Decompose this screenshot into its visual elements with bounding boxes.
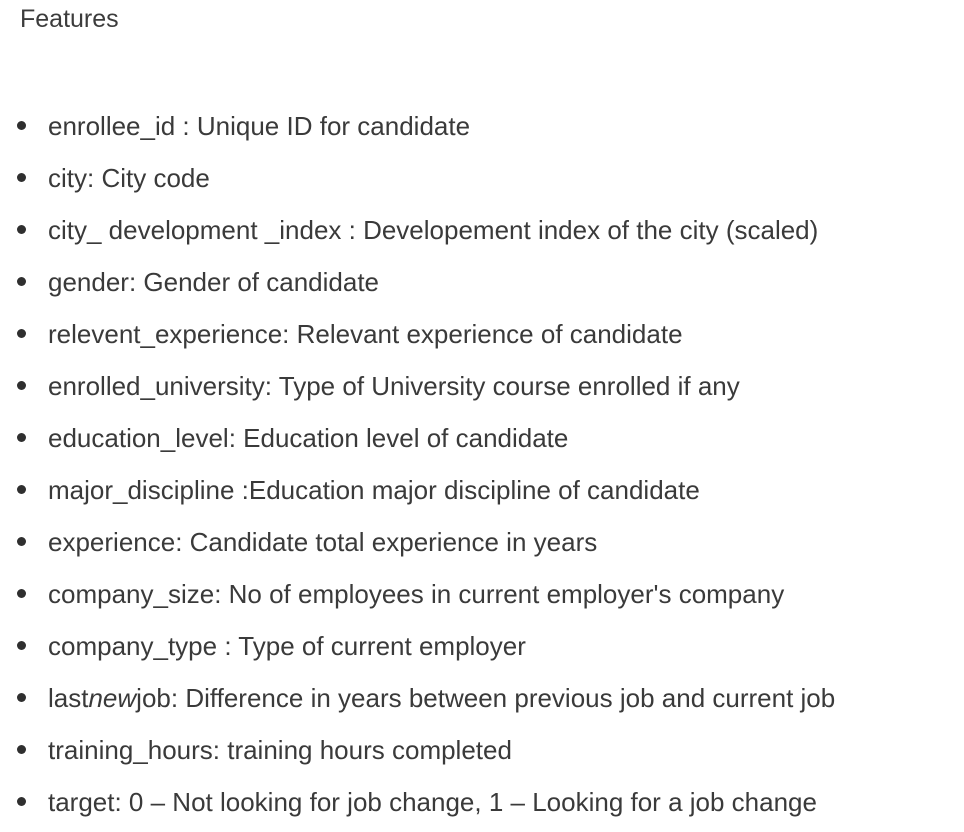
list-item-text-pre: last — [48, 683, 89, 713]
list-item-text: gender: Gender of candidate — [48, 267, 380, 297]
list-item: major_discipline :Education major discip… — [0, 464, 835, 516]
bullet-icon — [17, 277, 26, 286]
bullet-icon — [17, 173, 26, 182]
list-item: company_size: No of employees in current… — [0, 568, 835, 620]
list-item-text: education_level: Education level of cand… — [48, 423, 569, 453]
list-item-text: company_type : Type of current employer — [48, 631, 526, 661]
list-item-text: enrolled_university: Type of University … — [48, 371, 740, 401]
list-item-text: city: City code — [48, 163, 210, 193]
bullet-icon — [17, 693, 26, 702]
list-item-text-post: job: Difference in years between previou… — [136, 683, 836, 713]
bullet-icon — [17, 641, 26, 650]
list-item-text: city_ development _index : Developement … — [48, 215, 819, 245]
list-item: lastnewjob: Difference in years between … — [0, 672, 835, 724]
bullet-icon — [17, 121, 26, 130]
list-item: city: City code — [0, 152, 835, 204]
list-item: enrollee_id : Unique ID for candidate — [0, 100, 835, 152]
feature-list: enrollee_id : Unique ID for candidate ci… — [0, 100, 835, 828]
bullet-icon — [17, 485, 26, 494]
list-item-text: company_size: No of employees in current… — [48, 579, 785, 609]
list-item-text-emphasis: new — [88, 683, 137, 713]
list-item: training_hours: training hours completed — [0, 724, 835, 776]
list-item: education_level: Education level of cand… — [0, 412, 835, 464]
bullet-icon — [17, 589, 26, 598]
list-item-text: experience: Candidate total experience i… — [48, 527, 598, 557]
bullet-icon — [17, 381, 26, 390]
list-item: gender: Gender of candidate — [0, 256, 835, 308]
bullet-icon — [17, 329, 26, 338]
bullet-icon — [17, 433, 26, 442]
list-item: target: 0 – Not looking for job change, … — [0, 776, 835, 828]
bullet-icon — [17, 537, 26, 546]
list-item-text: target: 0 – Not looking for job change, … — [48, 787, 817, 817]
list-item: relevent_experience: Relevant experience… — [0, 308, 835, 360]
bullet-icon — [17, 745, 26, 754]
list-item: experience: Candidate total experience i… — [0, 516, 835, 568]
list-item: city_ development _index : Developement … — [0, 204, 835, 256]
list-item: company_type : Type of current employer — [0, 620, 835, 672]
bullet-icon — [17, 225, 26, 234]
section-heading: Features — [20, 5, 119, 33]
bullet-icon — [17, 797, 26, 806]
list-item-text: enrollee_id : Unique ID for candidate — [48, 111, 471, 141]
list-item-text: major_discipline :Education major discip… — [48, 475, 700, 505]
list-item-text: relevent_experience: Relevant experience… — [48, 319, 683, 349]
list-item-text: training_hours: training hours completed — [48, 735, 512, 765]
list-item: enrolled_university: Type of University … — [0, 360, 835, 412]
